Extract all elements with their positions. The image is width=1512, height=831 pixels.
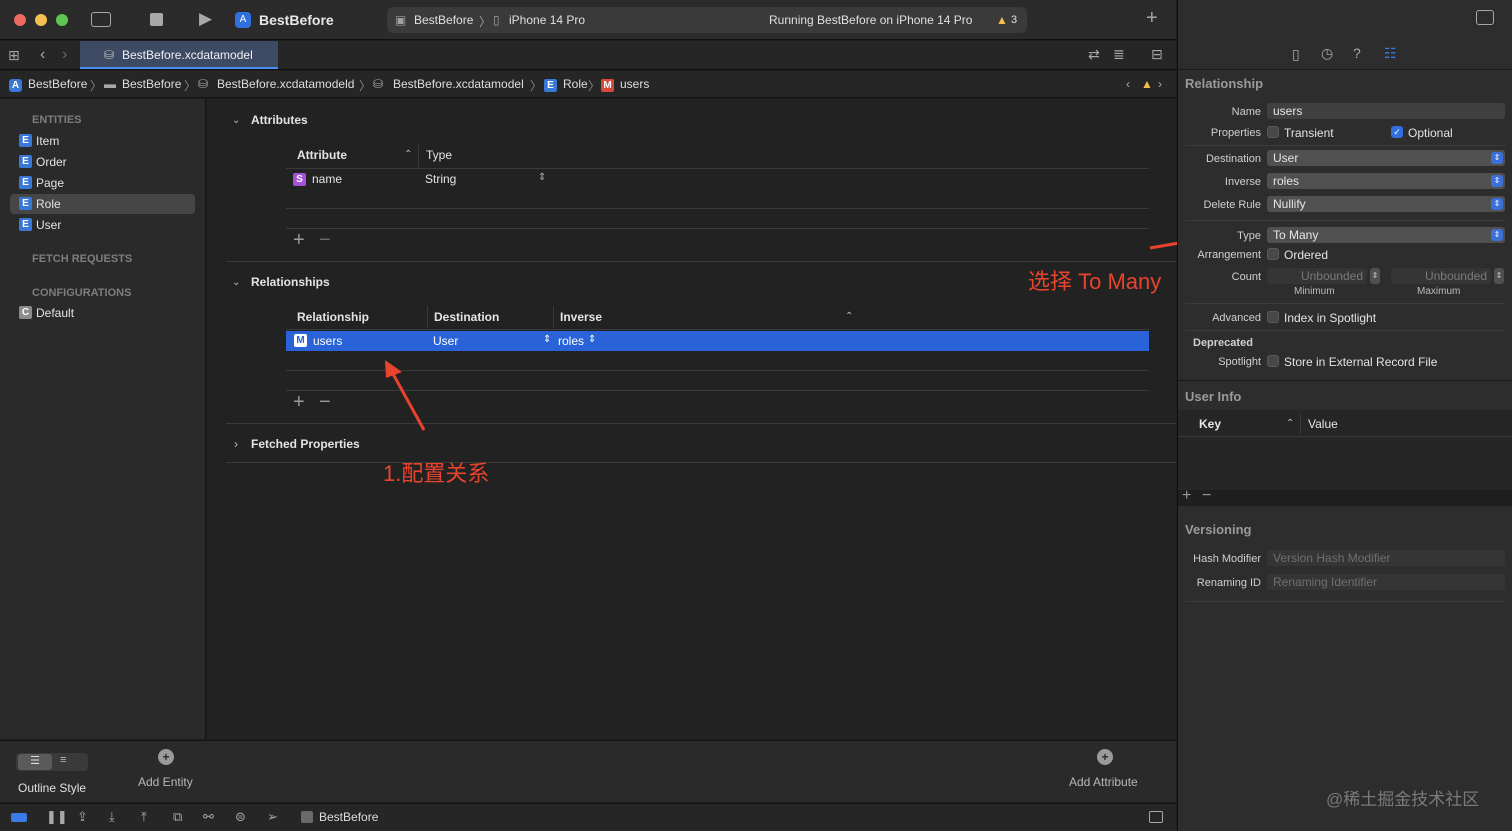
maximum-count-field[interactable]: Unbounded (1391, 268, 1491, 284)
add-user-info-button[interactable]: + (1182, 487, 1191, 505)
environment-overrides-icon[interactable]: ⊜ (235, 809, 246, 825)
value-column-header[interactable]: Value (1308, 417, 1338, 431)
relationship-header: Relationship (1185, 76, 1264, 91)
file-inspector-icon[interactable]: ▯ (1292, 46, 1300, 63)
relationship-name-field[interactable]: users (1267, 103, 1505, 119)
divider (1185, 601, 1505, 602)
add-attribute-icon[interactable]: + (1097, 749, 1113, 765)
ordered-label: Ordered (1284, 248, 1329, 262)
add-attribute-bottom-button[interactable]: Add Attribute (1069, 775, 1138, 789)
store-external-checkbox[interactable] (1267, 355, 1279, 367)
user-info-table: Key ⌃ Value (1178, 410, 1512, 490)
continue-icon[interactable]: ⇪ (77, 809, 88, 825)
outline-style-segmented-control[interactable]: ☰ ≡ (16, 753, 88, 771)
graph-style-icon[interactable]: ≡ (60, 754, 66, 766)
step-into-icon[interactable]: ⤓ (109, 809, 115, 825)
name-label: Name (1231, 106, 1261, 118)
step-out-icon[interactable]: ⤒ (141, 809, 147, 825)
history-inspector-icon[interactable]: ◷ (1321, 45, 1333, 62)
column-divider (1300, 414, 1301, 434)
inverse-popup[interactable]: roles ⇕ (1267, 173, 1505, 189)
maximum-stepper[interactable]: ⇕ (1494, 268, 1504, 284)
simulate-location-icon[interactable]: ➢ (267, 809, 278, 825)
user-info-header: User Info (1185, 389, 1242, 404)
popup-arrows-icon: ⇕ (1491, 175, 1503, 187)
advanced-label: Advanced (1212, 312, 1261, 324)
key-column-header[interactable]: Key (1199, 417, 1221, 431)
annotation-configure-relationship: 1.配置关系 (383, 461, 490, 486)
store-external-label: Store in External Record File (1284, 355, 1438, 369)
optional-checkbox[interactable]: ✓ (1391, 126, 1403, 138)
data-model-inspector-icon[interactable]: ☷ (1384, 45, 1397, 62)
index-spotlight-label: Index in Spotlight (1284, 311, 1377, 325)
inverse-value: roles (1273, 174, 1300, 188)
popup-arrows-icon: ⇕ (1491, 198, 1503, 210)
debug-target-label[interactable]: BestBefore (319, 810, 378, 824)
debug-area-toggle-icon[interactable] (11, 813, 27, 822)
add-entity-icon[interactable]: + (158, 749, 174, 765)
memory-graph-icon[interactable]: ⚯ (203, 809, 214, 825)
properties-label: Properties (1210, 127, 1261, 139)
spotlight-label: Spotlight (1218, 356, 1261, 368)
type-popup[interactable]: To Many ⇕ (1267, 227, 1505, 243)
divider (1185, 330, 1505, 331)
outline-style-label: Outline Style (18, 781, 87, 795)
minimum-stepper[interactable]: ⇕ (1370, 268, 1380, 284)
watermark: @稀土掘金技术社区 (1326, 790, 1480, 809)
view-hierarchy-icon[interactable]: ⧉ (173, 809, 182, 825)
renaming-id-label: Renaming ID (1196, 577, 1261, 589)
hash-modifier-field[interactable]: Version Hash Modifier (1267, 550, 1505, 566)
delete-rule-value: Nullify (1273, 197, 1306, 211)
annotation-select-to-many: 选择 To Many (1028, 269, 1162, 294)
inspector-toggle-icon[interactable] (1476, 10, 1494, 25)
deprecated-label: Deprecated (1193, 337, 1253, 349)
transient-checkbox[interactable] (1267, 126, 1279, 138)
minimum-label: Minimum (1294, 286, 1335, 297)
user-info-footer: + − (1178, 487, 1512, 506)
divider (1185, 303, 1505, 304)
ordered-checkbox[interactable] (1267, 248, 1279, 260)
inspector-tabs: ▯ ◷ ? ☷ (1178, 40, 1512, 70)
destination-value: User (1273, 151, 1299, 165)
table-style-icon[interactable]: ☰ (18, 754, 52, 770)
delete-rule-popup[interactable]: Nullify ⇕ (1267, 196, 1505, 212)
popup-arrows-icon: ⇕ (1491, 152, 1503, 164)
hash-modifier-label: Hash Modifier (1193, 553, 1261, 565)
type-value: To Many (1273, 228, 1319, 242)
annotation-arrow-relationship (390, 371, 426, 431)
destination-popup[interactable]: User ⇕ (1267, 150, 1505, 166)
transient-label: Transient (1284, 126, 1334, 140)
remove-user-info-button[interactable]: − (1202, 487, 1211, 505)
renaming-id-field[interactable]: Renaming Identifier (1267, 574, 1505, 590)
app-target-icon (301, 811, 313, 823)
destination-label: Destination (1205, 153, 1261, 165)
console-toggle-icon[interactable] (1149, 811, 1163, 823)
inverse-label: Inverse (1224, 176, 1261, 188)
sort-ascending-icon: ⌃ (1286, 418, 1295, 429)
versioning-header: Versioning (1185, 522, 1252, 537)
optional-label: Optional (1408, 126, 1453, 140)
pause-icon[interactable]: ❚❚ (46, 809, 68, 825)
type-label: Type (1237, 230, 1261, 242)
header-divider (1178, 436, 1512, 437)
inspector-panel: ▯ ◷ ? ☷ Relationship Name users Properti… (1177, 0, 1512, 831)
count-label: Count (1231, 271, 1261, 283)
arrangement-label: Arrangement (1197, 249, 1261, 261)
divider (1185, 145, 1505, 146)
maximum-label: Maximum (1417, 286, 1461, 297)
divider (1185, 220, 1505, 221)
minimum-count-field[interactable]: Unbounded (1267, 268, 1367, 284)
add-entity-button[interactable]: Add Entity (138, 775, 193, 789)
editor-bottom-bar: ☰ ≡ Outline Style + Add Entity + Add Att… (0, 740, 1176, 802)
divider (1178, 380, 1512, 381)
popup-arrows-icon: ⇕ (1491, 229, 1503, 241)
delete-rule-label: Delete Rule (1203, 199, 1261, 211)
debug-bar: ❚❚ ⇪ ⤓ ⤒ ⧉ ⚯ ⊜ ➢ BestBefore (0, 803, 1176, 831)
index-spotlight-checkbox[interactable] (1267, 311, 1279, 323)
help-inspector-icon[interactable]: ? (1353, 45, 1361, 61)
